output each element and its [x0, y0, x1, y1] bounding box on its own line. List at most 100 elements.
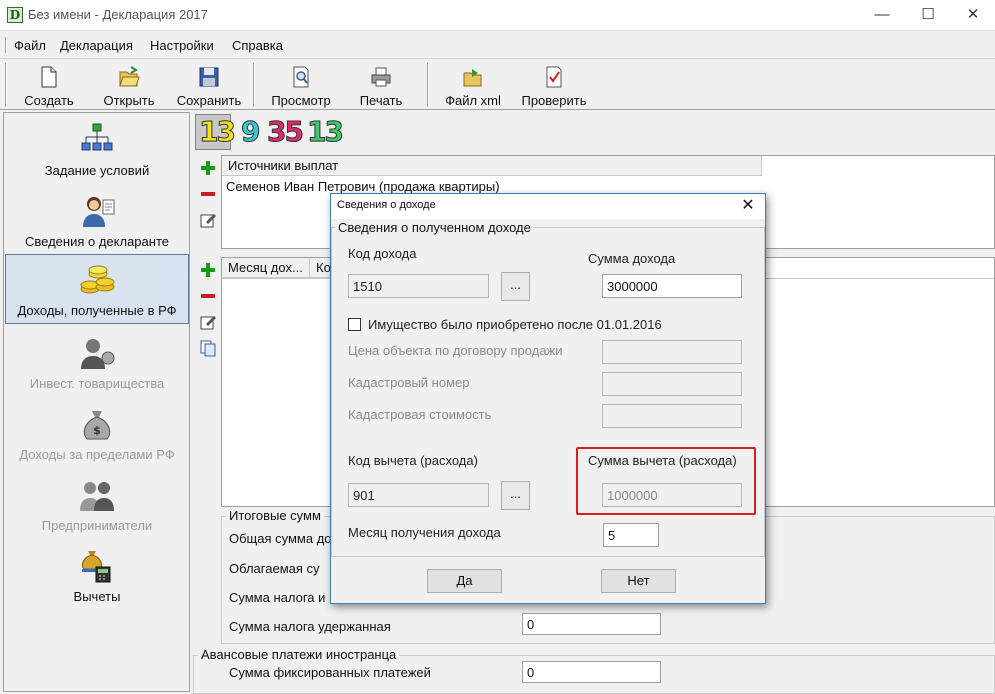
sidebar-item-label: Доходы за пределами РФ	[19, 447, 175, 462]
advance-group-title: Авансовые платежи иностранца	[198, 647, 400, 662]
rate-35-tab[interactable]: 35	[267, 114, 305, 150]
deduction-sum-label: Сумма вычета (расхода)	[588, 453, 737, 468]
contract-price-field	[602, 340, 742, 364]
add-source-button[interactable]	[198, 158, 218, 178]
sidebar-item-deductions[interactable]: Вычеты	[5, 541, 189, 611]
edit-month-button[interactable]	[198, 312, 218, 332]
floppy-save-icon	[198, 65, 220, 89]
minus-icon	[201, 294, 215, 298]
delete-month-button[interactable]	[198, 286, 218, 306]
dialog-title: Сведения о доходе	[337, 199, 436, 211]
deductions-icon	[78, 549, 116, 583]
cadastral-value-field	[602, 404, 742, 428]
app-logo-icon: D	[7, 7, 23, 23]
cadastral-value-label: Кадастровая стоимость	[348, 407, 492, 422]
sidebar-item-label: Предприниматели	[41, 518, 153, 533]
print-button[interactable]: Печать	[346, 61, 416, 109]
menu-settings[interactable]: Настройки	[150, 38, 214, 53]
total-income-label: Общая сумма до	[229, 531, 332, 546]
deduction-sum-field: 1000000	[602, 483, 742, 507]
edit-icon	[200, 214, 216, 228]
sidebar-item-foreign-income[interactable]: $ Доходы за пределами РФ	[5, 399, 189, 469]
income-sum-field[interactable]: 3000000	[602, 274, 742, 298]
income-details-dialog: Сведения о доходе ✕ Сведения о полученно…	[330, 193, 766, 604]
coins-icon	[78, 263, 116, 297]
sidebar-item-label: Сведения о декларанте	[25, 234, 169, 249]
fixed-payments-label: Сумма фиксированных платежей	[229, 665, 431, 680]
cadastral-number-label: Кадастровый номер	[348, 375, 470, 390]
sidebar-item-label: Вычеты	[73, 589, 121, 604]
sidebar-item-label: Задание условий	[44, 163, 150, 178]
table-row[interactable]: Семенов Иван Петрович (продажа квартиры)	[226, 179, 500, 194]
maximize-button[interactable]: ☐	[905, 0, 951, 30]
tax-calculated-label: Сумма налога и	[229, 590, 326, 605]
save-button[interactable]: Сохранить	[172, 61, 246, 109]
new-button[interactable]: Создать	[14, 61, 84, 109]
print-label: Печать	[359, 93, 403, 108]
rate-9-tab[interactable]: 9	[240, 114, 261, 150]
close-window-button[interactable]: ✕	[950, 0, 995, 30]
tax-withheld-field[interactable]: 0	[522, 613, 661, 635]
entrepreneurs-icon	[78, 478, 116, 512]
ok-button[interactable]: Да	[427, 569, 502, 593]
taxable-income-label: Облагаемая су	[229, 561, 320, 576]
investor-person-icon	[78, 336, 116, 370]
received-income-group-title: Сведения о полученном доходе	[335, 220, 534, 235]
open-label: Открыть	[103, 93, 155, 108]
acquired-after-2016-label: Имущество было приобретено после 01.01.2…	[368, 317, 662, 332]
cancel-button[interactable]: Нет	[601, 569, 676, 593]
edit-source-button[interactable]	[198, 210, 218, 230]
check-button[interactable]: Проверить	[516, 61, 592, 109]
copy-month-button[interactable]	[198, 338, 218, 358]
preview-magnifier-icon	[290, 65, 312, 89]
menu-declaration[interactable]: Декларация	[60, 38, 133, 53]
copy-icon	[200, 340, 216, 357]
income-code-select-button[interactable]: ...	[501, 272, 530, 301]
income-sum-label: Сумма дохода	[588, 251, 676, 266]
declarant-person-icon	[78, 194, 116, 228]
dialog-title-bar: Сведения о доходе ✕	[331, 194, 765, 219]
check-document-icon	[543, 65, 565, 89]
title-bar: D Без имени - Декларация 2017 — ☐ ✕	[0, 0, 995, 31]
preview-label: Просмотр	[271, 93, 331, 108]
delete-source-button[interactable]	[198, 184, 218, 204]
save-label: Сохранить	[176, 93, 242, 108]
minimize-button[interactable]: —	[859, 0, 905, 30]
printer-icon	[370, 65, 392, 89]
deduction-code-field[interactable]: 901	[348, 483, 489, 507]
preview-button[interactable]: Просмотр	[264, 61, 338, 109]
xml-file-button[interactable]: Файл xml	[438, 61, 508, 109]
sources-column-header[interactable]: Источники выплат	[222, 156, 762, 176]
contract-price-label: Цена объекта по договору продажи	[348, 343, 563, 358]
sidebar-item-income-rf[interactable]: Доходы, полученные в РФ	[5, 254, 189, 324]
income-code-field[interactable]: 1510	[348, 274, 489, 298]
svg-text:$: $	[93, 424, 101, 437]
income-code-label: Код дохода	[348, 246, 417, 261]
income-month-field[interactable]: 5	[603, 523, 659, 547]
sidebar-item-invest[interactable]: Инвест. товарищества	[5, 328, 189, 398]
sidebar-item-entrepreneurs[interactable]: Предприниматели	[5, 470, 189, 540]
edit-icon	[200, 316, 216, 330]
sidebar-item-declarant[interactable]: Сведения о декларанте	[5, 186, 189, 256]
plus-icon	[201, 161, 215, 175]
xml-export-icon	[462, 65, 484, 89]
deduction-code-select-button[interactable]: ...	[501, 481, 530, 510]
menu-file[interactable]: Файл	[14, 38, 46, 53]
toolbar: Создать Открыть Сохранить Просмотр Печат…	[0, 58, 995, 110]
month-column-header[interactable]: Месяц дох...	[222, 258, 310, 278]
menu-help[interactable]: Справка	[232, 38, 283, 53]
menu-bar: Файл Декларация Настройки Справка	[0, 33, 995, 57]
dialog-close-icon[interactable]: ✕	[735, 195, 761, 217]
open-button[interactable]: Открыть	[94, 61, 164, 109]
toolbar-grip	[5, 63, 7, 107]
conditions-tree-icon	[78, 123, 116, 157]
add-month-button[interactable]	[198, 260, 218, 280]
sidebar-item-label: Доходы, полученные в РФ	[17, 303, 177, 318]
sidebar-item-conditions[interactable]: Задание условий	[5, 115, 189, 185]
income-month-label: Месяц получения дохода	[348, 525, 501, 540]
rate-13-tab[interactable]: 13	[199, 114, 237, 150]
rate-13-other-tab[interactable]: 13	[307, 114, 345, 150]
check-label: Проверить	[521, 93, 587, 108]
fixed-payments-field[interactable]: 0	[522, 661, 661, 683]
acquired-after-2016-checkbox[interactable]	[348, 318, 361, 331]
